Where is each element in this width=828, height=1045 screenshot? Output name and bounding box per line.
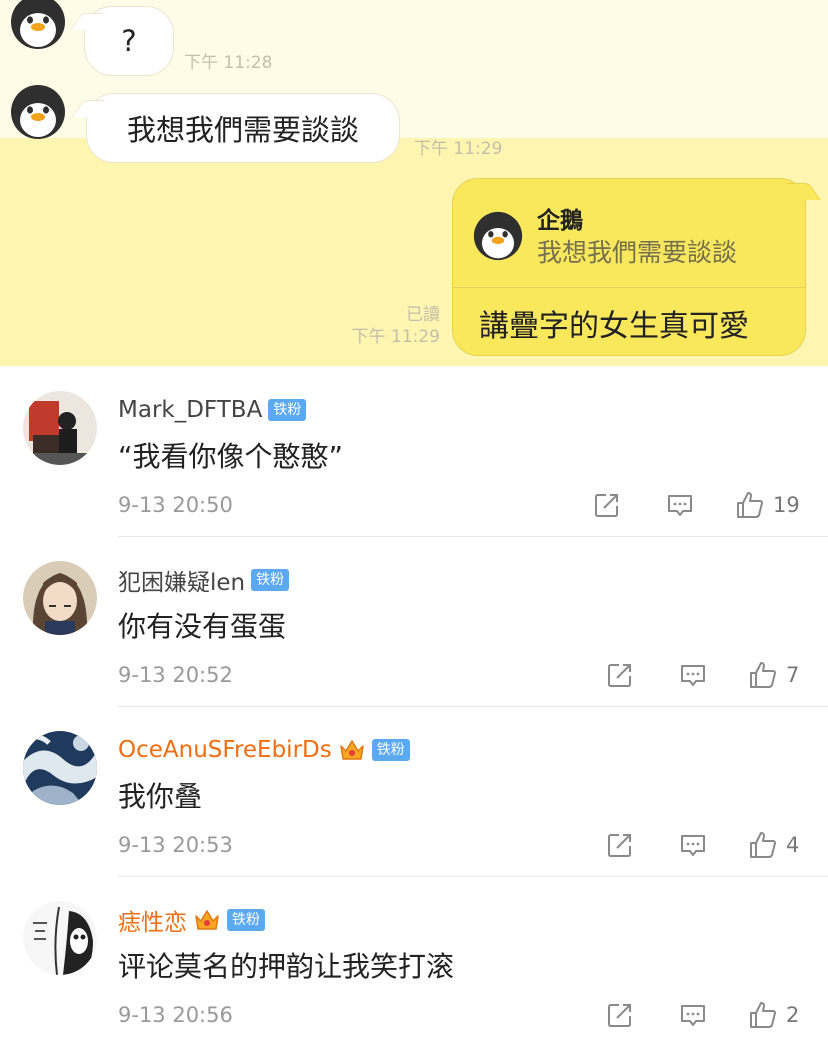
comment-item: OceAnuSFreEbirDs 铁粉我你叠 9-13 20:53 4 bbox=[0, 707, 828, 877]
thumbs-up-icon bbox=[735, 490, 765, 520]
like-button[interactable]: 7 bbox=[748, 659, 799, 691]
like-count: 4 bbox=[786, 833, 800, 857]
read-status: 已讀 下午 11:29 bbox=[352, 304, 440, 348]
reply-button[interactable] bbox=[678, 999, 708, 1031]
reply-button[interactable] bbox=[678, 659, 708, 691]
message-text: ? bbox=[121, 24, 137, 58]
share-button[interactable] bbox=[592, 489, 622, 521]
message-text: 我想我們需要談談 bbox=[126, 113, 359, 147]
username[interactable]: Mark_DFTBA bbox=[118, 397, 262, 423]
crown-icon bbox=[332, 736, 366, 764]
comment-text: “我看你像个憨憨” bbox=[118, 440, 344, 473]
quoted-text: 我想我們需要談談 bbox=[537, 238, 738, 267]
share-button[interactable] bbox=[605, 659, 635, 691]
share-button[interactable] bbox=[605, 999, 635, 1031]
user-name-row: Mark_DFTBA 铁粉 bbox=[118, 393, 307, 427]
share-button[interactable] bbox=[605, 829, 635, 861]
thumbs-up-icon bbox=[748, 660, 778, 690]
comment-time: 9-13 20:53 bbox=[118, 833, 233, 857]
share-icon bbox=[605, 1000, 635, 1030]
comment-time: 9-13 20:52 bbox=[118, 663, 233, 687]
thumbs-up-icon bbox=[748, 1000, 778, 1030]
like-button[interactable]: 2 bbox=[748, 999, 799, 1031]
read-label: 已讀 bbox=[406, 305, 440, 325]
quoted-sender-name: 企鵝 bbox=[537, 208, 583, 234]
user-avatar[interactable] bbox=[23, 391, 97, 465]
fan-badge: 铁粉 bbox=[371, 739, 410, 761]
message-time: 下午 11:29 bbox=[351, 327, 440, 347]
comment-item: 犯困嫌疑len 铁粉你有没有蛋蛋 9-13 20:52 7 bbox=[0, 537, 828, 707]
comment-text: 我你叠 bbox=[118, 780, 203, 813]
fan-badge: 铁粉 bbox=[268, 399, 307, 421]
comment-icon bbox=[678, 1000, 708, 1030]
divider bbox=[453, 287, 805, 288]
quoted-message: 企鵝 我想我們需要談談 bbox=[473, 199, 789, 283]
username[interactable]: 犯困嫌疑len bbox=[118, 563, 245, 597]
chat-screenshot: ? 下午 11:28 我想我們需要談談 下午 11:29 已讀 下午 11:29… bbox=[0, 0, 828, 366]
penguin-avatar-icon bbox=[473, 211, 523, 261]
user-name-row: 犯困嫌疑len 铁粉 bbox=[118, 563, 290, 597]
comment-text: 评论莫名的押韵让我笑打滚 bbox=[118, 950, 455, 983]
like-count: 2 bbox=[786, 1003, 800, 1027]
user-name-row: OceAnuSFreEbirDs 铁粉 bbox=[118, 733, 410, 767]
user-name-row: 痣性恋 铁粉 bbox=[118, 903, 265, 937]
share-icon bbox=[592, 490, 622, 520]
like-button[interactable]: 19 bbox=[735, 489, 800, 521]
comment-icon bbox=[665, 490, 695, 520]
thumbs-up-icon bbox=[748, 830, 778, 860]
reply-button[interactable] bbox=[665, 489, 695, 521]
message-time: 下午 11:28 bbox=[184, 53, 273, 73]
comment-icon bbox=[678, 830, 708, 860]
like-button[interactable]: 4 bbox=[748, 829, 799, 861]
like-count: 7 bbox=[786, 663, 800, 687]
crown-icon bbox=[187, 906, 221, 934]
comment-item: 痣性恋 铁粉评论莫名的押韵让我笑打滚 9-13 20:56 2 bbox=[0, 877, 828, 1045]
user-avatar[interactable] bbox=[23, 561, 97, 635]
incoming-message-bubble: 我想我們需要談談 bbox=[86, 93, 400, 163]
message-text: 講疊字的女生真可愛 bbox=[479, 309, 749, 344]
comment-icon bbox=[678, 660, 708, 690]
share-icon bbox=[605, 660, 635, 690]
username[interactable]: OceAnuSFreEbirDs bbox=[118, 737, 332, 763]
reply-button[interactable] bbox=[678, 829, 708, 861]
incoming-message-bubble: ? bbox=[84, 6, 174, 76]
penguin-avatar-icon bbox=[10, 0, 66, 50]
penguin-avatar-icon bbox=[10, 84, 66, 140]
username[interactable]: 痣性恋 bbox=[118, 903, 187, 937]
outgoing-reply-bubble: 企鵝 我想我們需要談談 講疊字的女生真可愛 bbox=[452, 178, 806, 356]
user-avatar[interactable] bbox=[23, 731, 97, 805]
like-count: 19 bbox=[773, 493, 800, 517]
share-icon bbox=[605, 830, 635, 860]
user-avatar[interactable] bbox=[23, 901, 97, 975]
comment-time: 9-13 20:56 bbox=[118, 1003, 233, 1027]
fan-badge: 铁粉 bbox=[227, 909, 265, 931]
comment-item: Mark_DFTBA 铁粉 “我看你像个憨憨” 9-13 20:50 19 bbox=[0, 367, 828, 537]
comment-text: 你有没有蛋蛋 bbox=[118, 610, 287, 643]
comment-time: 9-13 20:50 bbox=[118, 493, 233, 517]
message-time: 下午 11:29 bbox=[414, 139, 503, 159]
fan-badge: 铁粉 bbox=[251, 569, 290, 591]
